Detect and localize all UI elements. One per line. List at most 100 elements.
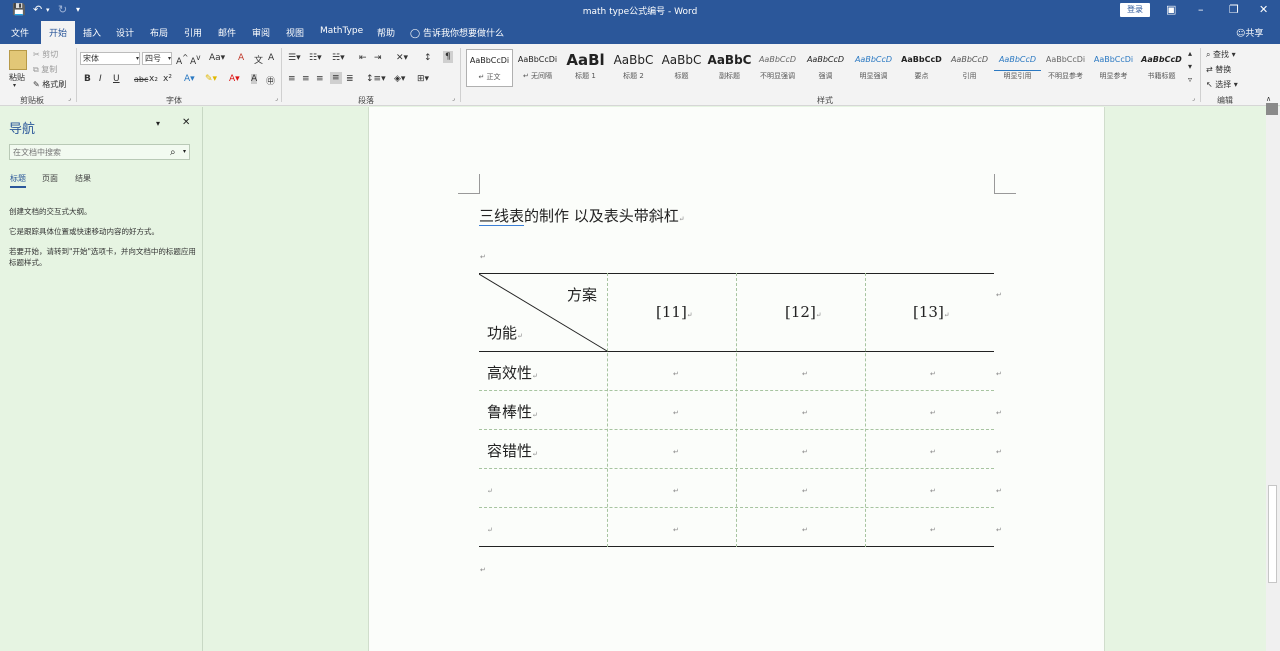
tab-review[interactable]: 审阅 [252, 26, 270, 39]
ribbon-display-icon[interactable]: ▣ [1166, 3, 1176, 16]
styles-more-icon[interactable]: ▿ [1188, 75, 1192, 84]
find-button[interactable]: ⌕ 查找 ▾ [1206, 49, 1236, 60]
share-button[interactable]: ☺共享 [1236, 26, 1263, 39]
tab-help[interactable]: 帮助 [377, 26, 395, 39]
style-emphasis[interactable]: AaBbCcD 强调 [802, 49, 849, 87]
paste-button[interactable]: 粘贴 [9, 72, 25, 83]
styles-launcher-icon[interactable]: ⌟ [1192, 95, 1195, 102]
tab-design[interactable]: 设计 [116, 26, 134, 39]
tab-insert[interactable]: 插入 [83, 26, 101, 39]
justify-icon[interactable]: ≡ [330, 72, 342, 84]
strikethrough-button[interactable]: abc [134, 75, 148, 84]
styles-scroll-up-icon[interactable]: ▴ [1188, 49, 1192, 58]
distributed-icon[interactable]: ≣ [346, 74, 354, 84]
paste-icon[interactable] [9, 50, 27, 70]
cut-button[interactable]: ✂ 剪切 [33, 49, 58, 60]
document-heading[interactable]: 三线表的制作 以及表头带斜杠↵ [479, 205, 685, 226]
shrink-font-icon[interactable]: Av [190, 53, 201, 67]
select-button[interactable]: ↖ 选择 ▾ [1206, 79, 1238, 90]
italic-button[interactable]: I [99, 74, 102, 84]
tab-mathtype[interactable]: MathType [320, 26, 363, 36]
style-subtle-emphasis[interactable]: AaBbCcD 不明显强调 [754, 49, 801, 87]
separator [76, 48, 77, 102]
style-heading-1[interactable]: AaBl 标题 1 [562, 49, 609, 87]
enclose-char-icon[interactable]: ㊥ [266, 74, 275, 87]
three-line-table[interactable]: 方案 功能↵ [11]↵ [12]↵ [13]↵ ↵ 高效性↵ 鲁棒性↵ 容错性… [479, 273, 1002, 547]
font-color-icon[interactable]: A▾ [229, 74, 240, 84]
bold-button[interactable]: B [84, 74, 91, 84]
chinese-layout-icon[interactable]: ✕▾ [396, 53, 408, 63]
paste-dropdown-icon[interactable]: ▾ [13, 82, 16, 89]
login-button[interactable]: 登录 [1120, 3, 1150, 17]
paragraph-mark: ↵ [480, 566, 486, 574]
tab-mailings[interactable]: 邮件 [218, 26, 236, 39]
tell-me-search[interactable]: ◯ 告诉我你想要做什么 [410, 26, 504, 39]
minimize-icon[interactable]: – [1198, 3, 1204, 16]
align-center-icon[interactable]: ≡ [302, 74, 310, 84]
replace-button[interactable]: ⇄ 替换 [1206, 64, 1231, 75]
nav-options-icon[interactable]: ▾ [156, 119, 160, 128]
clear-format-icon[interactable]: A [238, 53, 244, 63]
font-name-combo[interactable]: 宋体 ▾ [80, 52, 140, 65]
nav-tab-headings[interactable]: 标题 [10, 173, 26, 188]
style-normal[interactable]: AaBbCcDi ↵ 正文 [466, 49, 513, 87]
vertical-scrollbar[interactable] [1266, 107, 1280, 651]
style-title[interactable]: AaBbC 标题 [658, 49, 705, 87]
superscript-button[interactable]: x² [163, 74, 172, 84]
phonetic-guide-icon[interactable]: 文 [254, 53, 263, 66]
style-subtle-reference[interactable]: AaBbCcDi 不明显参考 [1042, 49, 1089, 87]
scrollbar-thumb[interactable] [1268, 485, 1277, 583]
style-quote[interactable]: AaBbCcD 引用 [946, 49, 993, 87]
font-launcher-icon[interactable]: ⌟ [275, 95, 278, 102]
restore-icon[interactable]: ❐ [1229, 3, 1239, 16]
tab-layout[interactable]: 布局 [150, 26, 168, 39]
nav-search-input[interactable] [9, 144, 190, 160]
tab-home[interactable]: 开始 [41, 21, 76, 44]
show-marks-icon[interactable]: ¶ [443, 51, 453, 63]
collapse-ribbon-icon[interactable]: ∧ [1266, 95, 1271, 103]
style-intense-reference[interactable]: AaBbCcDi 明显参考 [1090, 49, 1137, 87]
style-strong[interactable]: AaBbCcD 要点 [898, 49, 945, 87]
shading-icon[interactable]: ◈▾ [394, 74, 405, 84]
change-case-icon[interactable]: Aa▾ [209, 53, 225, 63]
copy-button[interactable]: ⧉ 复制 [33, 64, 57, 75]
char-shading-icon[interactable]: A [251, 74, 258, 84]
paragraph-launcher-icon[interactable]: ⌟ [452, 95, 455, 102]
highlight-icon[interactable]: ✎▾ [205, 74, 217, 84]
align-right-icon[interactable]: ≡ [316, 74, 324, 84]
decrease-indent-icon[interactable]: ⇤ [359, 53, 367, 63]
line-spacing-icon[interactable]: ↕≡▾ [366, 74, 386, 84]
font-size-combo[interactable]: 四号 ▾ [142, 52, 172, 65]
grow-font-icon[interactable]: A^ [176, 53, 188, 67]
format-painter-button[interactable]: ✎ 格式刷 [33, 79, 66, 90]
close-icon[interactable]: ✕ [182, 117, 190, 128]
underline-button[interactable]: U [113, 74, 120, 84]
ruler-toggle[interactable] [1266, 103, 1278, 115]
multilevel-list-icon[interactable]: ☵▾ [332, 53, 345, 63]
clipboard-launcher-icon[interactable]: ⌟ [68, 95, 71, 102]
text-effects-icon[interactable]: A▾ [184, 74, 195, 84]
style-intense-quote[interactable]: AaBbCcD 明显引用 [994, 49, 1041, 87]
chevron-down-icon[interactable]: ▾ [183, 148, 186, 155]
style-intense-emphasis[interactable]: AaBbCcD 明显强调 [850, 49, 897, 87]
align-left-icon[interactable]: ≡ [288, 74, 296, 84]
char-border-icon[interactable]: A [268, 53, 274, 63]
style-subtitle[interactable]: AaBbC 副标题 [706, 49, 753, 87]
style-heading-2[interactable]: AaBbC 标题 2 [610, 49, 657, 87]
sort-icon[interactable]: ↕ [424, 53, 432, 63]
close-icon[interactable]: ✕ [1259, 3, 1268, 16]
tab-view[interactable]: 视图 [286, 26, 304, 39]
styles-scroll-down-icon[interactable]: ▾ [1188, 62, 1192, 71]
style-book-title[interactable]: AaBbCcD 书籍标题 [1138, 49, 1185, 87]
borders-icon[interactable]: ⊞▾ [417, 74, 429, 84]
style-no-spacing[interactable]: AaBbCcDi ↵ 无间隔 [514, 49, 561, 87]
tab-references[interactable]: 引用 [184, 26, 202, 39]
nav-tab-pages[interactable]: 页面 [42, 173, 58, 184]
subscript-button[interactable]: x₂ [149, 74, 158, 84]
bullets-icon[interactable]: ☰▾ [288, 53, 301, 63]
numbering-icon[interactable]: ☷▾ [309, 53, 322, 63]
increase-indent-icon[interactable]: ⇥ [374, 53, 382, 63]
search-icon[interactable]: ⌕ [170, 147, 176, 158]
nav-tab-results[interactable]: 结果 [75, 173, 91, 184]
tab-file[interactable]: 文件 [11, 26, 29, 39]
